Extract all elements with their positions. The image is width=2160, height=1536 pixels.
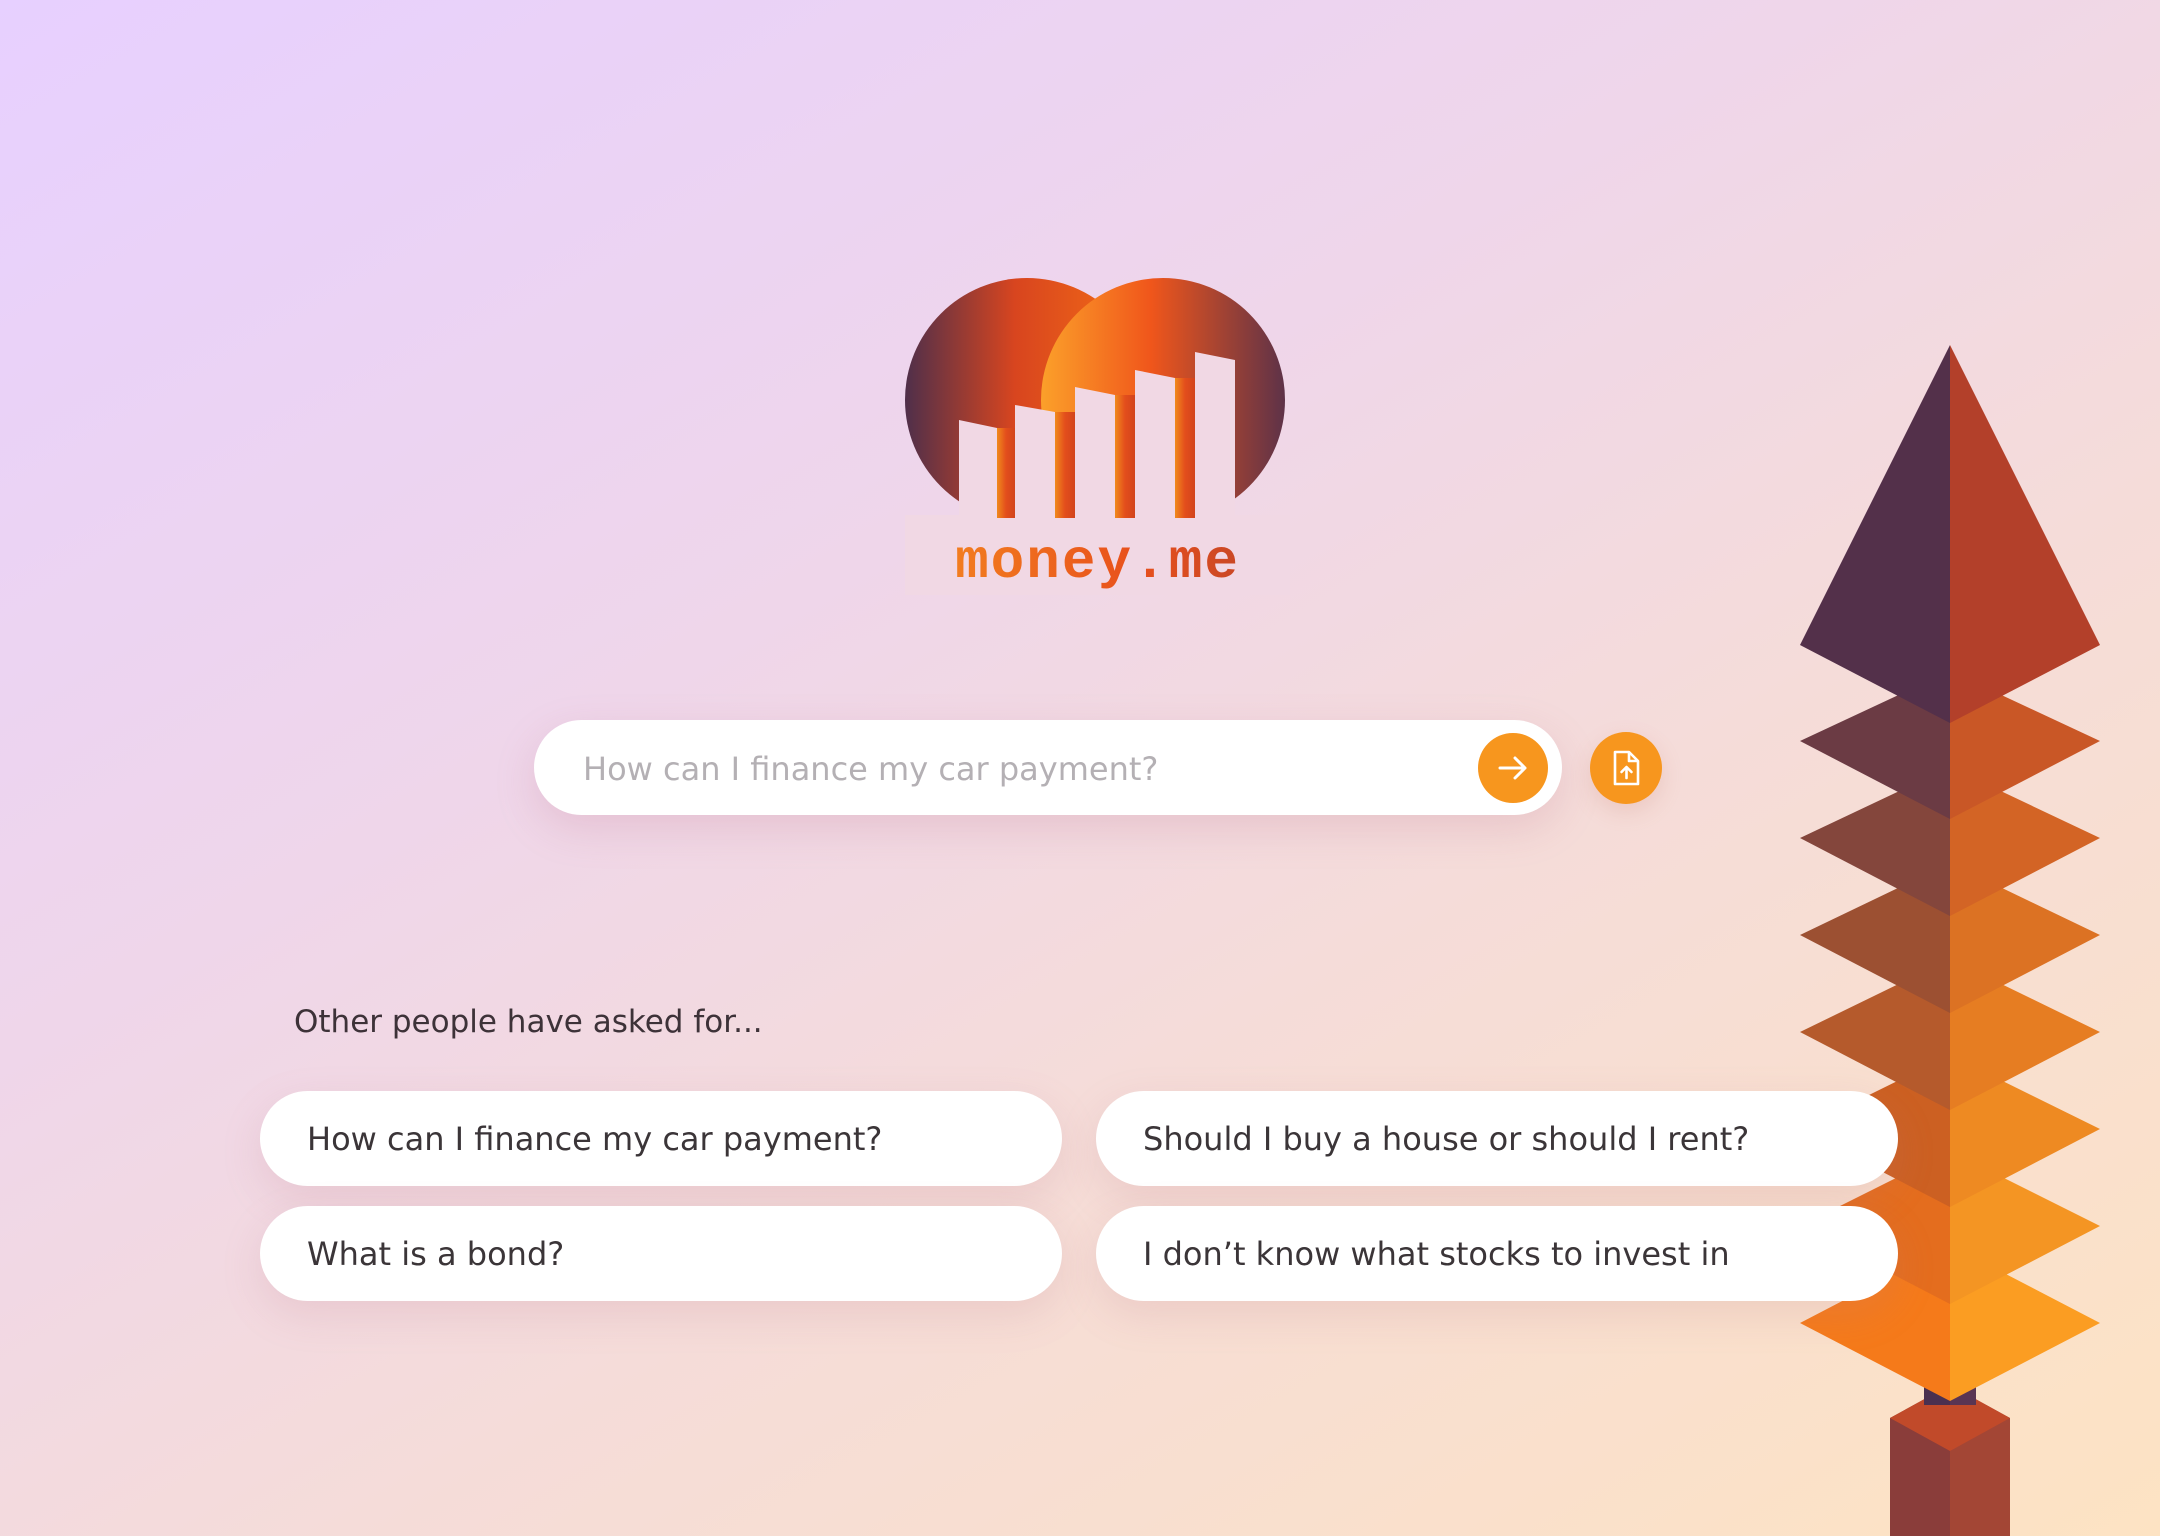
submit-button[interactable]: [1478, 733, 1548, 803]
suggestion-chip[interactable]: What is a bond?: [260, 1206, 1062, 1301]
suggestion-chip[interactable]: How can I finance my car payment?: [260, 1091, 1062, 1186]
suggestion-chip[interactable]: I don’t know what stocks to invest in: [1096, 1206, 1898, 1301]
suggestion-chip-label: How can I finance my car payment?: [307, 1119, 883, 1158]
suggestion-chip[interactable]: Should I buy a house or should I rent?: [1096, 1091, 1898, 1186]
suggestions-title: Other people have asked for...: [294, 1004, 763, 1040]
suggestion-chip-label: I don’t know what stocks to invest in: [1143, 1234, 1730, 1273]
file-upload-icon: [1613, 750, 1640, 786]
arrow-right-icon: [1498, 756, 1527, 780]
search-input[interactable]: [581, 720, 1465, 817]
suggestion-chip-label: Should I buy a house or should I rent?: [1143, 1119, 1750, 1158]
search-bar: [534, 720, 1562, 817]
upload-file-button[interactable]: [1590, 732, 1662, 804]
brand-wordmark: money.me: [900, 530, 1295, 594]
suggestion-chip-label: What is a bond?: [307, 1234, 565, 1273]
tree-illustration: [1790, 345, 2120, 1536]
